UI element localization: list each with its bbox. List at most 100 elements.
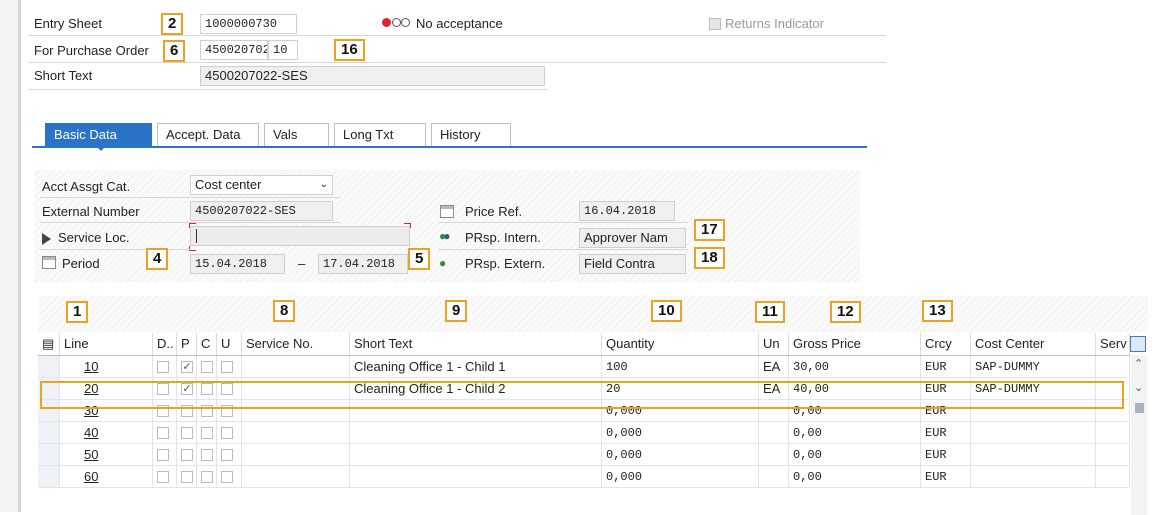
checkbox-d[interactable] <box>157 471 169 483</box>
prsp-extern-field[interactable]: Field Contra <box>579 254 686 274</box>
entry-sheet-field[interactable]: 1000000730 <box>200 14 297 34</box>
checkbox-c[interactable] <box>201 471 213 483</box>
table-cell-serv[interactable] <box>1096 422 1130 444</box>
table-cell-c[interactable] <box>197 466 217 488</box>
col-header-serv[interactable]: Serv <box>1096 333 1130 355</box>
col-header-c[interactable]: C <box>197 333 217 355</box>
tab-history[interactable]: History <box>431 123 511 146</box>
col-header-crcy[interactable]: Crcy <box>921 333 971 355</box>
table-cell-c[interactable] <box>197 422 217 444</box>
table-cell-p[interactable] <box>177 466 197 488</box>
table-cell-gross[interactable]: 0,00 <box>789 444 921 466</box>
tab-long-txt[interactable]: Long Txt <box>334 123 426 146</box>
table-cell-u[interactable] <box>217 466 242 488</box>
tab-accept-data[interactable]: Accept. Data <box>157 123 259 146</box>
table-cell-p[interactable] <box>177 444 197 466</box>
po-item-field[interactable]: 10 <box>268 40 298 60</box>
table-cell-d[interactable] <box>153 444 177 466</box>
table-scrollbar[interactable]: ⌃ ⌄ <box>1131 355 1147 515</box>
table-cell-cc[interactable] <box>971 422 1096 444</box>
table-cell-service[interactable] <box>242 444 350 466</box>
table-settings-icon[interactable]: ▤ <box>38 333 60 355</box>
table-cell-un[interactable] <box>759 466 789 488</box>
table-cell-service[interactable] <box>242 356 350 378</box>
table-cell-d[interactable] <box>153 422 177 444</box>
table-cell-qty[interactable]: 0,000 <box>602 444 759 466</box>
row-selector[interactable] <box>38 444 60 466</box>
table-cell-crcy[interactable]: EUR <box>921 356 971 378</box>
table-cell-line[interactable]: 40 <box>60 422 153 444</box>
col-header-gross-price[interactable]: Gross Price <box>789 333 921 355</box>
table-cell-short[interactable]: Cleaning Office 1 - Child 1 <box>350 356 602 378</box>
scroll-thumb[interactable] <box>1135 403 1144 413</box>
period-to-field[interactable]: 17.04.2018 <box>318 254 408 274</box>
table-cell-crcy[interactable]: EUR <box>921 444 971 466</box>
table-cell-short[interactable] <box>350 466 602 488</box>
checkbox-p[interactable] <box>181 449 193 461</box>
checkbox-u[interactable] <box>221 427 233 439</box>
table-cell-qty[interactable]: 0,000 <box>602 422 759 444</box>
table-cell-short[interactable] <box>350 422 602 444</box>
table-cell-cc[interactable] <box>971 466 1096 488</box>
checkbox-c[interactable] <box>201 449 213 461</box>
table-cell-short[interactable] <box>350 444 602 466</box>
col-header-u[interactable]: U <box>217 333 242 355</box>
period-from-field[interactable]: 15.04.2018 <box>190 254 285 274</box>
table-cell-u[interactable] <box>217 356 242 378</box>
expand-arrow-icon[interactable] <box>42 233 51 245</box>
col-header-d[interactable]: D.. <box>153 333 177 355</box>
table-cell-un[interactable]: EA <box>759 356 789 378</box>
table-cell-crcy[interactable]: EUR <box>921 466 971 488</box>
checkbox-d[interactable] <box>157 427 169 439</box>
checkbox-d[interactable] <box>157 449 169 461</box>
checkbox-p[interactable]: ✓ <box>181 361 193 373</box>
checkbox-c[interactable] <box>201 427 213 439</box>
col-header-line[interactable]: Line <box>60 333 153 355</box>
table-cell-qty[interactable]: 0,000 <box>602 466 759 488</box>
table-cell-d[interactable] <box>153 356 177 378</box>
table-cell-gross[interactable]: 0,00 <box>789 422 921 444</box>
col-header-p[interactable]: P <box>177 333 197 355</box>
table-cell-un[interactable] <box>759 422 789 444</box>
scroll-up-icon[interactable]: ⌃ <box>1134 357 1143 370</box>
po-field[interactable]: 4500207022 <box>200 40 268 60</box>
table-cell-serv[interactable] <box>1096 466 1130 488</box>
table-cell-serv[interactable] <box>1096 356 1130 378</box>
col-header-cost-center[interactable]: Cost Center <box>971 333 1096 355</box>
table-cell-p[interactable] <box>177 422 197 444</box>
table-cell-qty[interactable]: 100 <box>602 356 759 378</box>
checkbox-p[interactable] <box>181 471 193 483</box>
table-cell-u[interactable] <box>217 422 242 444</box>
checkbox-d[interactable] <box>157 361 169 373</box>
checkbox-u[interactable] <box>221 449 233 461</box>
scroll-down-icon[interactable]: ⌄ <box>1134 381 1143 394</box>
prsp-intern-field[interactable]: Approver Nam <box>579 228 686 248</box>
tab-basic-data[interactable]: Basic Data <box>45 123 152 146</box>
checkbox-p[interactable] <box>181 427 193 439</box>
table-cell-service[interactable] <box>242 466 350 488</box>
table-cell-c[interactable] <box>197 444 217 466</box>
table-cell-crcy[interactable]: EUR <box>921 422 971 444</box>
table-cell-line[interactable]: 10 <box>60 356 153 378</box>
column-config-icon[interactable] <box>1130 336 1146 352</box>
table-cell-u[interactable] <box>217 444 242 466</box>
external-number-field[interactable]: 4500207022-SES <box>190 201 333 221</box>
row-selector[interactable] <box>38 422 60 444</box>
table-cell-service[interactable] <box>242 422 350 444</box>
col-header-un[interactable]: Un <box>759 333 789 355</box>
checkbox-c[interactable] <box>201 361 213 373</box>
col-header-short-text[interactable]: Short Text <box>350 333 602 355</box>
table-cell-serv[interactable] <box>1096 444 1130 466</box>
tab-vals[interactable]: Vals <box>264 123 329 146</box>
returns-indicator-checkbox[interactable] <box>709 18 721 30</box>
table-cell-cc[interactable]: SAP-DUMMY <box>971 356 1096 378</box>
table-cell-d[interactable] <box>153 466 177 488</box>
table-cell-un[interactable] <box>759 444 789 466</box>
checkbox-u[interactable] <box>221 361 233 373</box>
short-text-field[interactable]: 4500207022-SES <box>200 66 545 86</box>
table-cell-p[interactable]: ✓ <box>177 356 197 378</box>
acct-assgt-select[interactable]: Cost center ⌄ <box>190 175 333 195</box>
table-cell-line[interactable]: 50 <box>60 444 153 466</box>
table-cell-line[interactable]: 60 <box>60 466 153 488</box>
table-cell-gross[interactable]: 0,00 <box>789 466 921 488</box>
